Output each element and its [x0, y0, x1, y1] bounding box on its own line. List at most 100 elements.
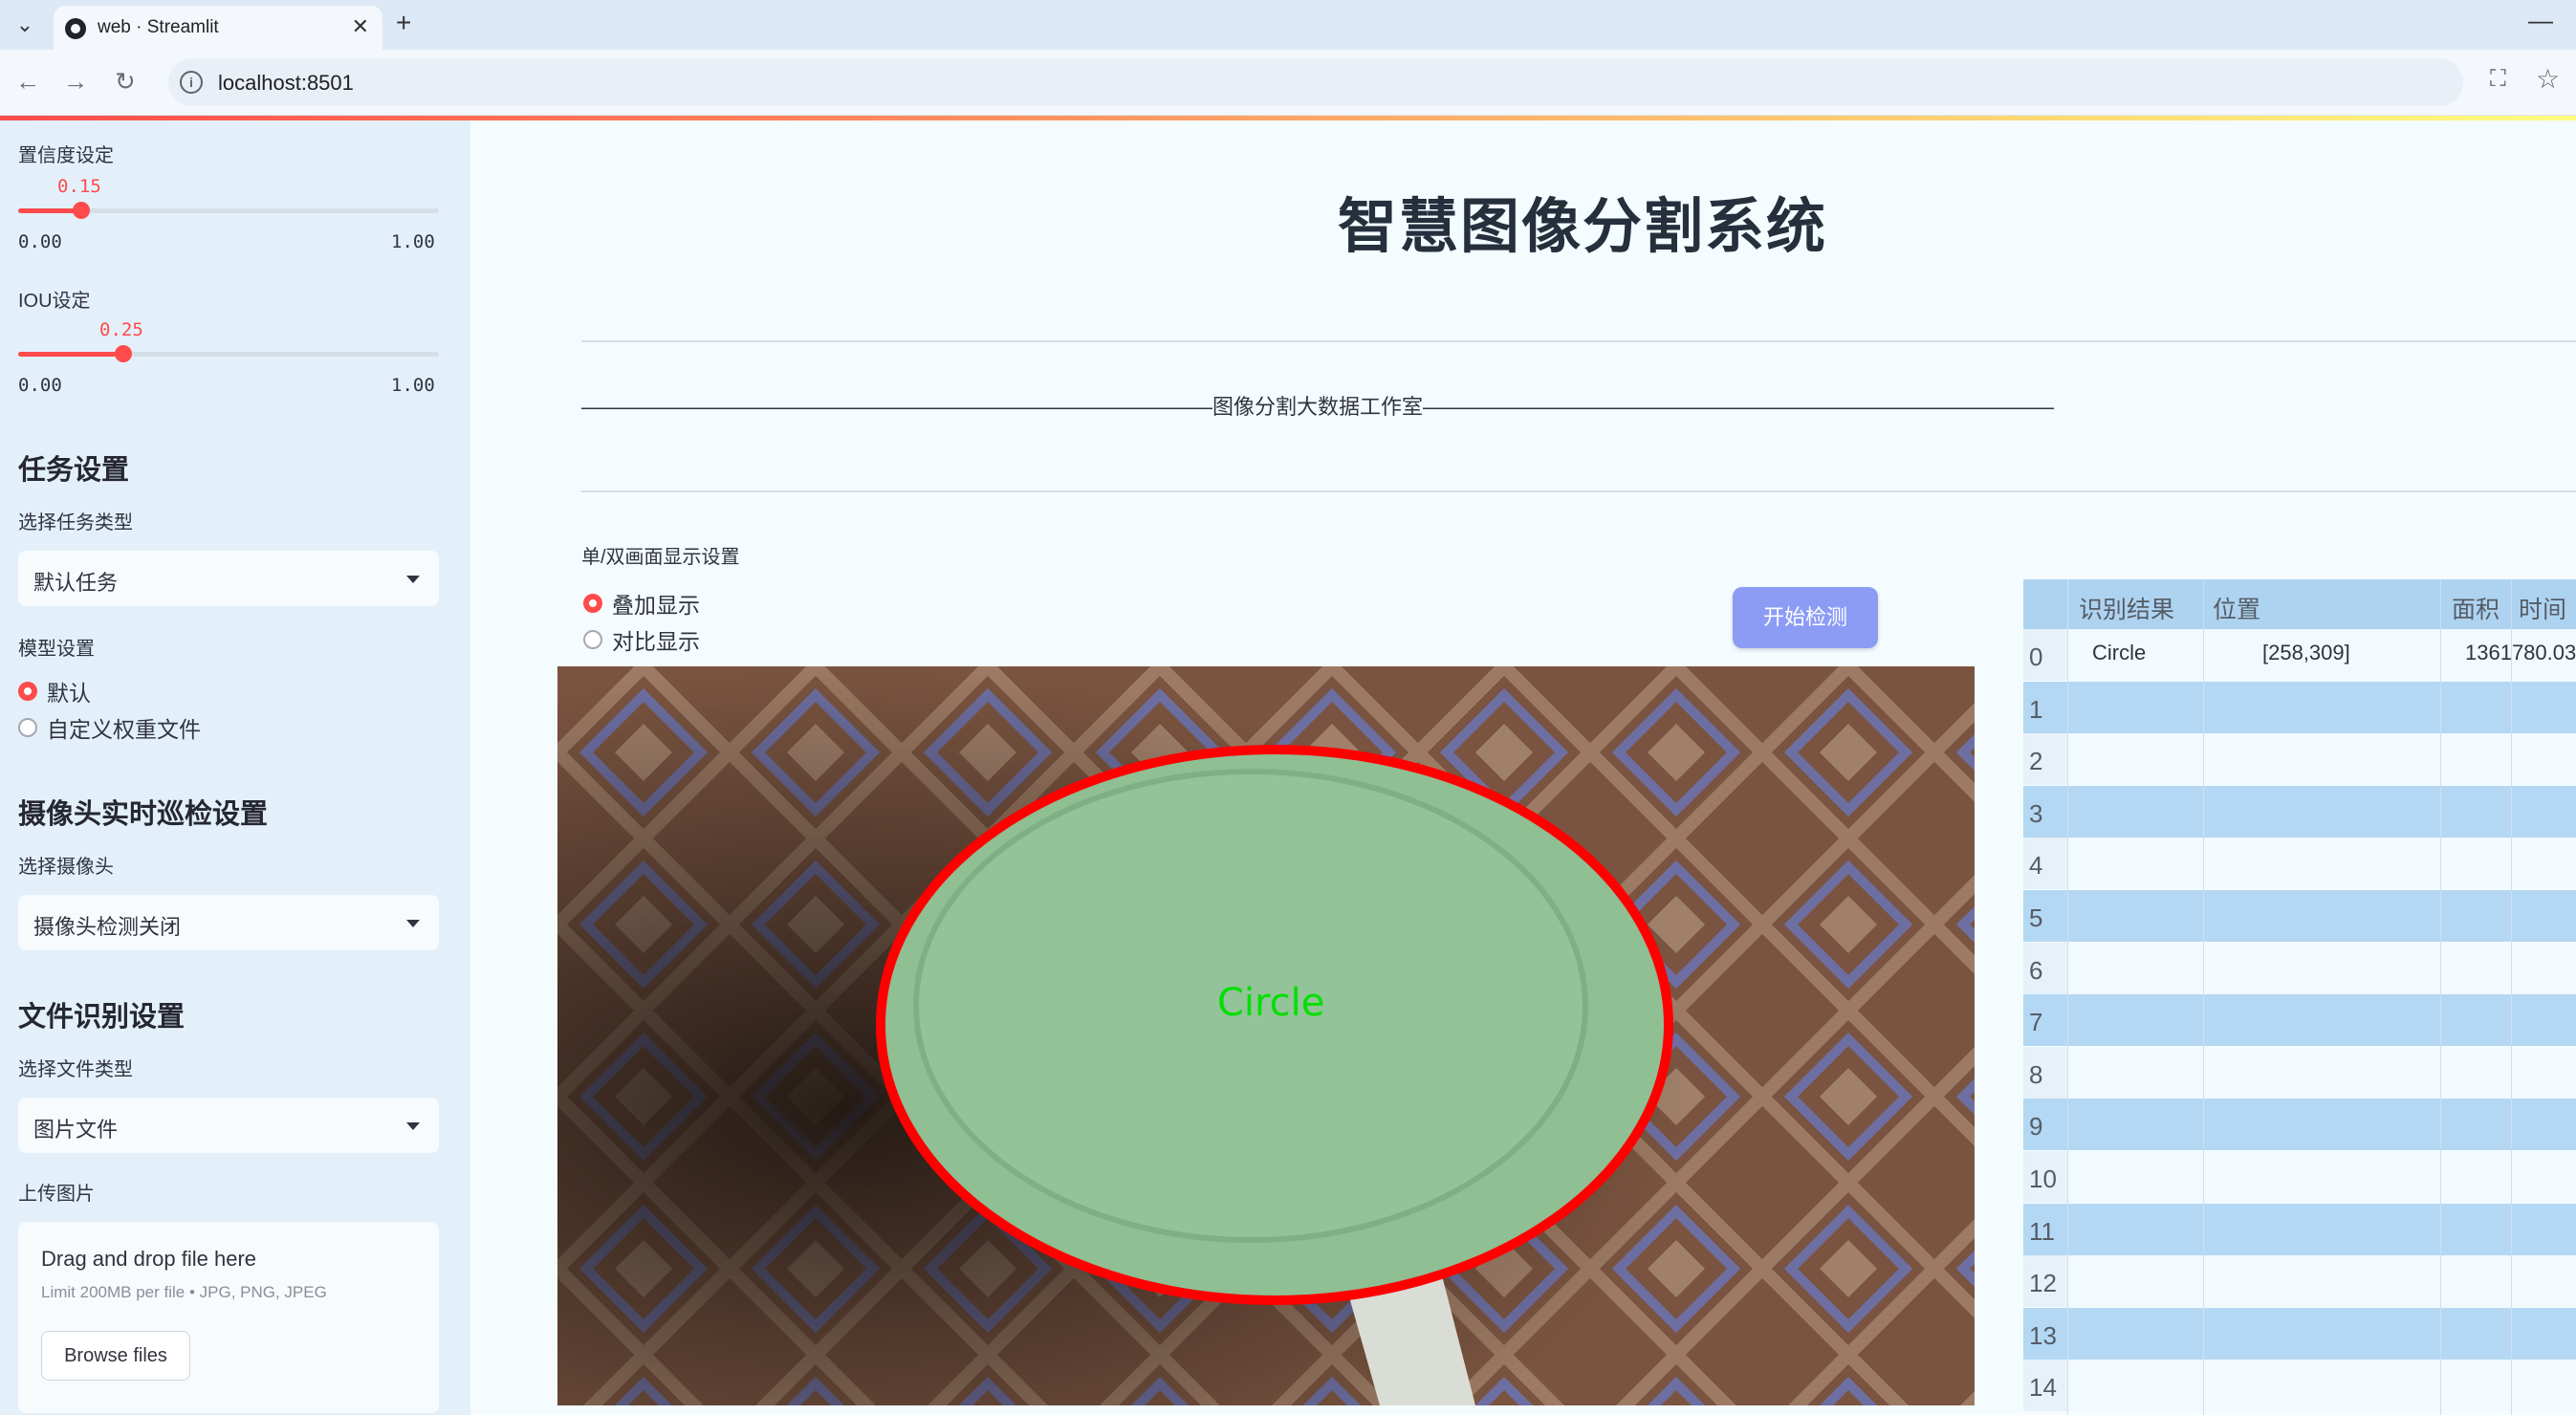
divider: [581, 340, 2576, 342]
dropzone-limit: Limit 200MB per file • JPG, PNG, JPEG: [41, 1283, 327, 1301]
display-option-overlay-label: 叠加显示: [612, 593, 700, 618]
site-info-icon[interactable]: i: [180, 71, 203, 94]
radio-unselected-icon: [583, 630, 602, 649]
row-index: 3: [2029, 798, 2043, 828]
table-row[interactable]: 0 Circle [258,309] 1361780.03: [2023, 629, 2576, 681]
chevron-down-icon: [406, 920, 420, 927]
table-row[interactable]: 1: [2023, 681, 2576, 733]
table-row[interactable]: 13: [2023, 1307, 2576, 1360]
camera-select[interactable]: 摄像头检测关闭: [18, 895, 439, 950]
row-index: 12: [2029, 1269, 2057, 1298]
column-divider: [2203, 579, 2204, 1415]
browse-files-button[interactable]: Browse files: [41, 1331, 190, 1381]
column-header-time[interactable]: 时间: [2519, 591, 2566, 625]
url-input[interactable]: i localhost:8501: [168, 58, 2463, 106]
row-index: 2: [2029, 747, 2043, 776]
row-index: 11: [2029, 1216, 2055, 1246]
table-row[interactable]: 11: [2023, 1203, 2576, 1255]
segmented-photo: Circle: [557, 666, 1975, 1405]
cell-result[interactable]: Circle: [2092, 641, 2146, 665]
task-settings-heading: 任务设置: [18, 455, 130, 486]
row-index: 14: [2029, 1373, 2057, 1403]
row-index-cell: 4: [2023, 838, 2067, 890]
row-index-cell: 11: [2023, 1203, 2067, 1255]
sidebar: 置信度设定 0.15 0.00 1.00 IOU设定 0.25 0.00 1.0…: [0, 120, 470, 1415]
detection-class-label: Circle: [1217, 981, 1324, 1025]
column-header-position[interactable]: 位置: [2213, 591, 2260, 625]
table-row[interactable]: 9: [2023, 1099, 2576, 1151]
table-row[interactable]: 14: [2023, 1360, 2576, 1412]
table-row[interactable]: 6: [2023, 942, 2576, 994]
cell-position[interactable]: [258,309]: [2262, 641, 2350, 665]
model-settings-label: 模型设置: [18, 639, 95, 660]
row-index: 6: [2029, 955, 2043, 985]
translate-icon[interactable]: ⛶: [2490, 66, 2506, 93]
table-row[interactable]: 8: [2023, 1046, 2576, 1099]
table-row[interactable]: 3: [2023, 785, 2576, 838]
camera-settings-heading: 摄像头实时巡检设置: [18, 799, 269, 830]
minimize-window-icon[interactable]: —: [2528, 6, 2553, 35]
column-header-area[interactable]: 面积: [2452, 591, 2500, 625]
new-tab-icon[interactable]: +: [396, 8, 411, 38]
row-index-cell: 13: [2023, 1307, 2067, 1360]
task-type-label: 选择任务类型: [18, 512, 133, 533]
results-table[interactable]: 识别结果 位置 面积 时间 0 Circle [258,309] 1361780.03…: [2023, 579, 2576, 1415]
file-dropzone[interactable]: Drag and drop file here Limit 200MB per …: [18, 1222, 439, 1413]
camera-select-label: 选择摄像头: [18, 857, 114, 878]
iou-slider[interactable]: [18, 345, 439, 362]
dropzone-title: Drag and drop file here: [41, 1247, 257, 1271]
camera-select-value: 摄像头检测关闭: [33, 915, 182, 939]
row-index: 7: [2029, 1008, 2043, 1037]
forward-arrow-icon[interactable]: →: [63, 67, 88, 97]
row-index-cell: 10: [2023, 1151, 2067, 1203]
table-row[interactable]: 2: [2023, 733, 2576, 786]
file-type-value: 图片文件: [33, 1118, 119, 1142]
row-index-cell: 5: [2023, 890, 2067, 942]
file-type-select[interactable]: 图片文件: [18, 1098, 439, 1153]
start-detection-button[interactable]: 开始检测: [1733, 587, 1878, 648]
table-row[interactable]: 10: [2023, 1151, 2576, 1203]
iou-min: 0.00: [18, 375, 62, 396]
table-row[interactable]: 7: [2023, 994, 2576, 1047]
iou-slider-thumb[interactable]: [115, 345, 132, 362]
display-settings-label: 单/双画面显示设置: [581, 547, 740, 568]
confidence-label: 置信度设定: [18, 145, 114, 166]
row-index-cell: 8: [2023, 1046, 2067, 1099]
row-index: 8: [2029, 1059, 2043, 1089]
close-tab-icon[interactable]: ✕: [352, 14, 369, 39]
row-index-cell: 14: [2023, 1360, 2067, 1412]
studio-subtitle: ——————————————————————————————图像分割大数据工作室…: [581, 395, 2055, 419]
column-divider: [2440, 579, 2441, 1415]
browser-tab-bar: ⌄ web · Streamlit ✕ + —: [0, 0, 2576, 50]
row-index: 10: [2029, 1165, 2057, 1193]
reload-icon[interactable]: ↻: [115, 67, 136, 97]
column-header-result[interactable]: 识别结果: [2079, 591, 2174, 625]
row-index-cell: 6: [2023, 942, 2067, 994]
table-row[interactable]: 5: [2023, 890, 2576, 942]
row-index: 13: [2029, 1320, 2057, 1350]
display-option-compare-label: 对比显示: [612, 629, 700, 654]
browser-tab[interactable]: web · Streamlit ✕: [54, 6, 382, 50]
model-radio-custom[interactable]: 自定义权重文件: [18, 711, 201, 744]
table-row[interactable]: 12: [2023, 1255, 2576, 1308]
back-arrow-icon[interactable]: ←: [15, 67, 40, 97]
row-index-cell: 12: [2023, 1255, 2067, 1308]
display-radio-compare[interactable]: 对比显示: [583, 623, 700, 656]
cell-area[interactable]: 1361780.03: [2465, 641, 2576, 665]
iou-value: 0.25: [99, 319, 143, 340]
chevron-down-icon: [406, 576, 420, 583]
address-bar: ← → ↻ i localhost:8501 ⛶ ☆: [0, 50, 2576, 116]
bookmark-star-icon[interactable]: ☆: [2536, 63, 2560, 95]
chevron-down-icon: [406, 1122, 420, 1130]
model-radio-default[interactable]: 默认: [18, 675, 91, 708]
divider: [581, 490, 2576, 492]
display-radio-overlay[interactable]: 叠加显示: [583, 587, 700, 620]
row-index: 5: [2029, 903, 2043, 932]
column-divider: [2511, 579, 2512, 1415]
tab-search-chevron-icon[interactable]: ⌄: [8, 8, 42, 42]
upload-label: 上传图片: [18, 1184, 95, 1205]
task-type-select[interactable]: 默认任务: [18, 551, 439, 606]
tab-title: web · Streamlit: [98, 17, 219, 37]
table-row[interactable]: 4: [2023, 838, 2576, 890]
file-settings-heading: 文件识别设置: [18, 1002, 186, 1033]
